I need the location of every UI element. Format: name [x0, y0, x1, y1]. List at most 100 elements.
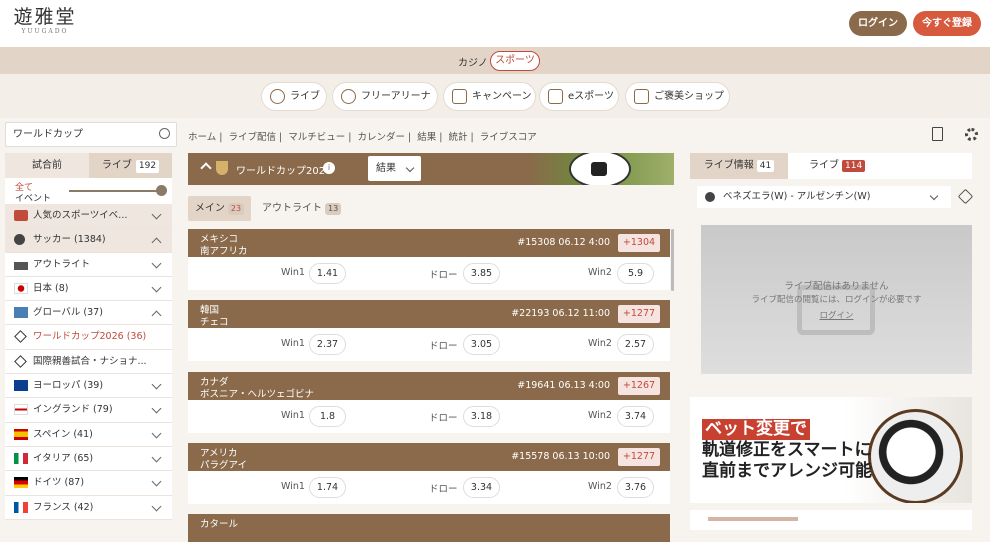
more-markets-button[interactable]: +1267 [618, 377, 660, 395]
tab-live[interactable]: ライブ 192 [89, 153, 172, 178]
sidebar-item[interactable]: ヨーロッパ (39) [5, 374, 172, 399]
search-input[interactable]: ワールドカップ [5, 122, 177, 147]
tab-prematch[interactable]: 試合前 [5, 153, 89, 178]
range-slider-handle[interactable] [156, 185, 167, 196]
win2-odds-button[interactable]: 3.74 [617, 406, 654, 427]
chevron-down-icon[interactable] [151, 258, 162, 269]
sidebar-item[interactable]: ドイツ (87) [5, 471, 172, 496]
win1-odds-button[interactable]: 1.8 [309, 406, 346, 427]
live-match-select[interactable]: ベネズエラ(W) - アルゼンチン(W) [697, 186, 951, 208]
mode-casino[interactable]: カジノ [458, 54, 488, 69]
crumb-home[interactable]: ホーム [188, 132, 216, 143]
cat-live[interactable]: ライブ [261, 82, 327, 111]
tab-right-live-label: ライブ [809, 160, 839, 171]
match-header[interactable]: カタール [188, 514, 670, 542]
chevron-down-icon[interactable] [151, 282, 162, 293]
sidebar-item[interactable]: イタリア (65) [5, 446, 172, 472]
results-dropdown[interactable]: 結果 [368, 156, 421, 181]
login-button[interactable]: ログイン [849, 11, 907, 36]
match-header[interactable]: メキシコ 南アフリカ #15308 06.12 4:00 +1304 [188, 229, 670, 257]
tab-live-info[interactable]: ライブ情報 41 [690, 153, 788, 179]
search-icon[interactable] [159, 128, 170, 139]
cat-campaign[interactable]: キャンペーン [443, 82, 536, 111]
chevron-down-icon[interactable] [151, 403, 162, 414]
win2-odds-button[interactable]: 5.9 [617, 263, 654, 284]
tab-outright[interactable]: アウトライト 13 [262, 196, 347, 221]
crumb-calendar[interactable]: カレンダー [357, 132, 405, 143]
match-header[interactable]: 韓国 チェコ #22193 06.12 11:00 +1277 [188, 300, 670, 328]
top-bar: 遊雅堂 YUUGADO ログイン 今すぐ登録 [0, 0, 990, 47]
sidebar-item-label: アウトライト [33, 258, 91, 270]
sidebar-item[interactable]: グローバル (37) [5, 301, 172, 326]
odds-row: Win1 1.8 ドロー 3.18 Win2 3.74 [188, 400, 670, 433]
crumb-multiview[interactable]: マルチビュー [288, 132, 345, 143]
range-slider-track[interactable] [69, 190, 161, 192]
sidebar-item[interactable]: ワールドカップ2026 (36) [5, 325, 172, 350]
promo-banner[interactable]: ベット変更で 軌道修正をスマートに 直前までアレンジ可能 [690, 397, 972, 503]
mode-sports[interactable]: スポーツ [490, 51, 540, 71]
more-markets-button[interactable]: +1277 [618, 305, 660, 323]
win1-odds-button[interactable]: 1.74 [309, 477, 346, 498]
scrollbar[interactable] [671, 229, 674, 291]
crumb-livescore[interactable]: ライブスコア [480, 132, 537, 143]
chevron-down-icon[interactable] [151, 452, 162, 463]
info-icon[interactable]: i [323, 162, 335, 174]
sidebar-item-label: スペイン (41) [33, 428, 93, 440]
draw-odds-button[interactable]: 3.05 [463, 334, 500, 355]
sidebar-item[interactable]: スペイン (41) [5, 422, 172, 447]
chevron-down-icon[interactable] [151, 501, 162, 512]
cat-shop[interactable]: ご褒美ショップ [625, 82, 730, 111]
more-markets-button[interactable]: +1304 [618, 234, 660, 252]
calculator-icon[interactable] [932, 127, 943, 141]
tab-live-info-label: ライブ情報 [703, 160, 754, 171]
cat-esports[interactable]: eスポーツ [539, 82, 619, 111]
crumb-live-stream[interactable]: ライブ配信 [228, 132, 276, 143]
chevron-down-icon[interactable] [151, 379, 162, 390]
win2-odds-button[interactable]: 3.76 [617, 477, 654, 498]
sidebar-item[interactable]: サッカー (1384) [5, 228, 172, 253]
star-icon [14, 354, 27, 368]
match-header[interactable]: カナダ ボスニア・ヘルツェゴビナ #19641 06.13 4:00 +1267 [188, 372, 670, 400]
sidebar-item[interactable]: フランス (42) [5, 495, 172, 520]
chevron-up-icon[interactable] [151, 237, 162, 248]
win2-odds-button[interactable]: 2.57 [617, 334, 654, 355]
stream-login-link[interactable]: ログイン [701, 309, 972, 321]
register-button[interactable]: 今すぐ登録 [913, 11, 981, 36]
sidebar-item[interactable]: イングランド (79) [5, 398, 172, 423]
win1-odds-button[interactable]: 2.37 [309, 334, 346, 355]
gear-icon[interactable] [965, 128, 978, 141]
tab-main[interactable]: メイン 23 [188, 196, 251, 221]
italy-flag-icon [14, 452, 28, 464]
tab-right-live[interactable]: ライブ 114 [788, 153, 972, 179]
crumb-stats[interactable]: 統計 [448, 132, 467, 143]
match-card: メキシコ 南アフリカ #15308 06.12 4:00 +1304 Win1 1.41 ド… [188, 229, 670, 290]
match-meta: #22193 06.12 11:00 [511, 308, 610, 319]
sidebar-item[interactable]: 国際親善試合・ナショナ... [5, 349, 172, 375]
away-team: チェコ [200, 317, 229, 328]
sidebar-item-label: ヨーロッパ (39) [33, 380, 104, 392]
promo-banner-2[interactable] [690, 510, 972, 530]
draw-odds-button[interactable]: 3.34 [463, 477, 500, 498]
chevron-up-icon[interactable] [151, 310, 162, 321]
sidebar-item[interactable]: 日本 (8) [5, 276, 172, 302]
tournament-banner: ワールドカップ2026 i 結果 [188, 153, 674, 185]
more-markets-button[interactable]: +1277 [618, 448, 660, 466]
pin-icon[interactable] [957, 188, 974, 205]
chevron-up-icon[interactable] [200, 162, 212, 174]
chevron-down-icon[interactable] [151, 476, 162, 487]
cat-free-arena[interactable]: フリーアリーナ [332, 82, 438, 111]
away-team: 南アフリカ [200, 246, 248, 257]
crumb-results[interactable]: 結果 [417, 132, 436, 143]
sidebar-item[interactable]: アウトライト [5, 252, 172, 277]
win1-odds-button[interactable]: 1.41 [309, 263, 346, 284]
chevron-down-icon[interactable] [151, 428, 162, 439]
trophy-icon [216, 161, 228, 175]
sidebar-item[interactable]: 人気のスポーツイベ... [5, 204, 172, 229]
match-header[interactable]: アメリカ パラグアイ #15578 06.13 10:00 +1277 [188, 443, 670, 471]
draw-odds-button[interactable]: 3.18 [463, 406, 500, 427]
chevron-down-icon[interactable] [151, 209, 162, 220]
draw-odds-button[interactable]: 3.85 [463, 263, 500, 284]
draw-label: ドロー [429, 413, 458, 424]
logo[interactable]: 遊雅堂 YUUGADO [10, 6, 80, 35]
category-bar: ライブ フリーアリーナ キャンペーン eスポーツ ご褒美ショップ [0, 74, 990, 118]
